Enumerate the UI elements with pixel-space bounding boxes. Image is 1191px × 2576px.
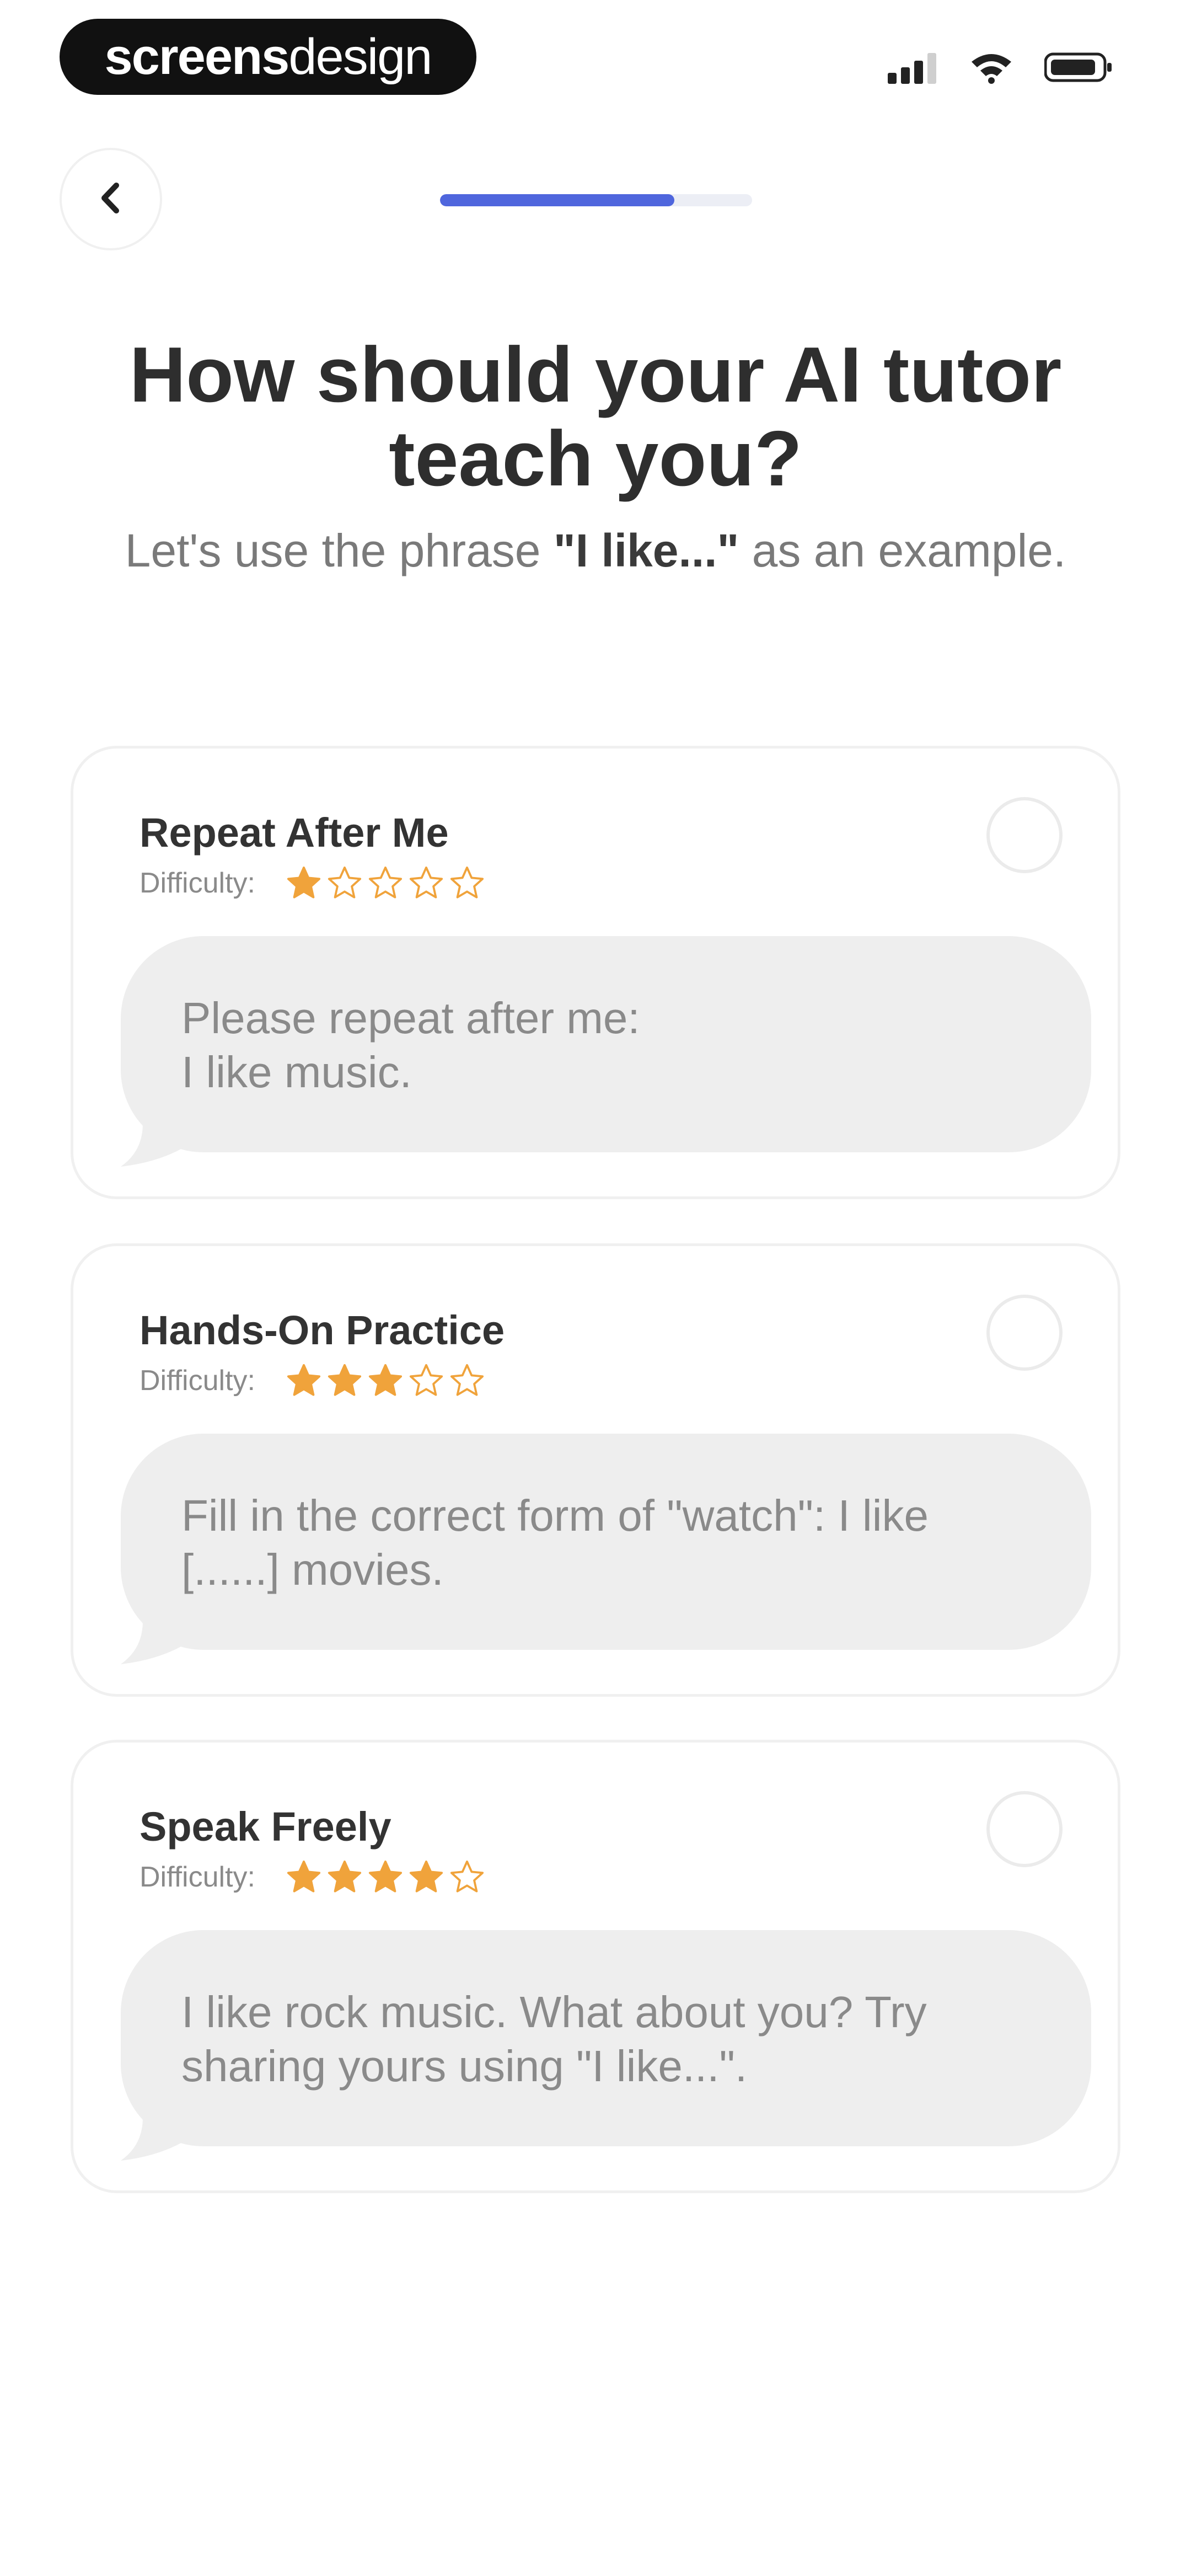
page-title: How should your AI tutor teach you? [129, 331, 1062, 503]
star-filled-icon [368, 1860, 403, 1893]
difficulty-label: Difficulty: [140, 1861, 255, 1893]
star-filled-icon [328, 1860, 362, 1893]
star-outline-icon [450, 866, 484, 899]
option-title: Repeat After Me [140, 810, 449, 856]
progress-fill [440, 194, 674, 206]
brand-text-bold: screens [104, 28, 290, 85]
star-filled-icon [409, 1860, 443, 1893]
example-text: Fill in the correct form of "watch": I l… [181, 1491, 929, 1594]
star-outline-icon [450, 1364, 484, 1396]
option-card-speak-freely[interactable]: Speak Freely Difficulty: I like rock mus… [71, 1740, 1120, 2193]
subtitle-suffix: as an example. [739, 525, 1066, 576]
difficulty-stars [286, 1859, 485, 1895]
difficulty-row: Difficulty: [140, 865, 485, 901]
back-button[interactable] [60, 148, 162, 250]
onboarding-progress-bar [440, 194, 752, 206]
example-text: Please repeat after me: I like music. [181, 993, 640, 1097]
difficulty-stars [286, 1363, 485, 1398]
bubble-tail [121, 2118, 187, 2161]
star-outline-icon [368, 866, 403, 899]
battery-icon [1044, 51, 1114, 87]
option-title: Hands-On Practice [140, 1307, 505, 1353]
status-icons [888, 51, 1114, 87]
difficulty-stars [286, 865, 485, 901]
difficulty-row: Difficulty: [140, 1859, 485, 1895]
option-radio[interactable] [986, 797, 1063, 873]
wifi-icon [969, 51, 1013, 87]
star-filled-icon [328, 1364, 362, 1396]
option-radio[interactable] [986, 1295, 1063, 1371]
bubble-tail [121, 1621, 187, 1664]
subtitle-prefix: Let's use the phrase [125, 525, 554, 576]
signal-icon [888, 51, 938, 87]
example-bubble: Please repeat after me: I like music. [121, 936, 1091, 1152]
star-filled-icon [368, 1364, 403, 1396]
subtitle-phrase: "I like..." [553, 525, 739, 576]
option-title: Speak Freely [140, 1804, 391, 1850]
star-outline-icon [328, 866, 362, 899]
page-subtitle: Let's use the phrase "I like..." as an e… [33, 524, 1158, 578]
difficulty-row: Difficulty: [140, 1363, 485, 1398]
option-card-repeat-after-me[interactable]: Repeat After Me Difficulty: Please repea… [71, 746, 1120, 1199]
star-filled-icon [287, 1364, 321, 1396]
onboarding-screen: screens design How should your AI tutor … [0, 0, 1191, 2576]
star-filled-icon [287, 866, 321, 899]
option-card-hands-on-practice[interactable]: Hands-On Practice Difficulty: Fill in th… [71, 1243, 1120, 1697]
example-bubble: Fill in the correct form of "watch": I l… [121, 1434, 1091, 1650]
brand-badge: screens design [60, 19, 476, 95]
star-filled-icon [287, 1860, 321, 1893]
difficulty-label: Difficulty: [140, 867, 255, 899]
bubble-tail [121, 1124, 187, 1167]
chevron-left-icon [94, 179, 127, 220]
star-outline-icon [409, 1364, 443, 1396]
option-radio[interactable] [986, 1791, 1063, 1867]
star-outline-icon [409, 866, 443, 899]
example-bubble: I like rock music. What about you? Try s… [121, 1930, 1091, 2146]
example-text: I like rock music. What about you? Try s… [181, 1987, 927, 2091]
difficulty-label: Difficulty: [140, 1365, 255, 1397]
star-outline-icon [450, 1860, 484, 1893]
brand-text-light: design [288, 28, 432, 85]
